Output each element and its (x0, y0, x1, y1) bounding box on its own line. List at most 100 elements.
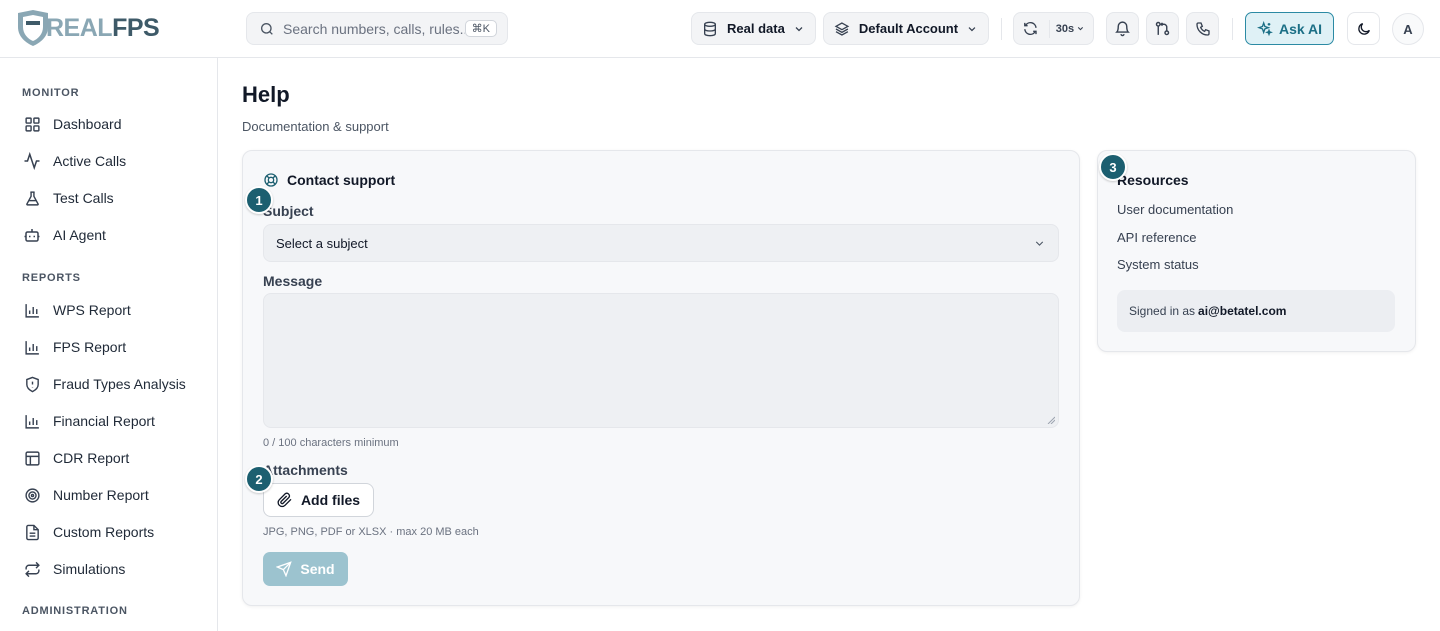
search-box[interactable]: Search numbers, calls, rules... ⌘K (246, 12, 508, 45)
add-files-label: Add files (300, 492, 361, 508)
chevron-down-icon (795, 26, 803, 31)
sidebar-item-label: WPS Report (53, 302, 131, 318)
account-select[interactable]: Default Account (823, 12, 989, 45)
resize-handle-icon[interactable] (1047, 416, 1055, 424)
signed-in-prefix: Signed in as (1129, 304, 1196, 318)
call-button[interactable] (1186, 12, 1219, 45)
contact-support-label: Contact support (287, 172, 396, 188)
sidebar-item-label: Active Calls (53, 153, 127, 169)
sidebar-item-label: FPS Report (53, 339, 127, 355)
sidebar-item-label: Dashboard (53, 116, 122, 132)
sidebar-item-label: AI Agent (53, 227, 106, 243)
page-subtitle: Documentation & support (242, 119, 389, 134)
subject-select-value: Select a subject (276, 235, 368, 251)
sidebar: MONITOR Dashboard Active Calls Test Call… (0, 58, 218, 631)
bell-icon (1115, 21, 1130, 37)
sidebar-item-label: Number Report (53, 487, 149, 503)
send-button[interactable]: Send (263, 552, 348, 586)
bot-icon (22, 225, 42, 245)
chevron-down-icon (968, 26, 976, 31)
api-reference-link[interactable]: API reference (1117, 230, 1197, 245)
file-types-hint: JPG, PNG, PDF or XLSX · max 20 MB each (263, 526, 479, 538)
account-label: Default Account (858, 21, 959, 36)
avatar[interactable]: A (1392, 13, 1424, 45)
target-icon (22, 485, 42, 505)
sidebar-section-reports: REPORTS (22, 272, 81, 284)
signed-in-box: Signed in as ai@betatel.com (1117, 290, 1395, 332)
sidebar-item-custom-reports[interactable]: Custom Reports (22, 517, 154, 547)
search-placeholder: Search numbers, calls, rules... (283, 20, 465, 37)
sidebar-item-label: CDR Report (53, 450, 130, 466)
sidebar-item-simulations[interactable]: Simulations (22, 554, 125, 584)
logo[interactable]: REALFPS (16, 9, 160, 47)
character-count-hint: 0 / 100 characters minimum (263, 437, 399, 449)
page-title: Help (242, 82, 290, 107)
signed-in-email: ai@betatel.com (1198, 304, 1287, 318)
resources-title: Resources (1117, 172, 1189, 188)
sidebar-item-label: Custom Reports (53, 524, 155, 540)
message-textarea[interactable] (263, 293, 1059, 428)
sidebar-item-fraud-types-analysis[interactable]: Fraud Types Analysis (22, 369, 186, 399)
chevron-down-icon (1077, 26, 1084, 31)
database-icon (704, 21, 716, 36)
search-icon (261, 22, 273, 35)
sidebar-item-ai-agent[interactable]: AI Agent (22, 220, 106, 250)
step-badge-1: 1 (245, 186, 273, 214)
shield-alert-icon (22, 374, 42, 394)
contact-support-title: Contact support (263, 172, 395, 188)
sidebar-item-test-calls[interactable]: Test Calls (22, 183, 114, 213)
data-source-select[interactable]: Real data (691, 12, 816, 45)
notifications-button[interactable] (1106, 12, 1139, 45)
toolbar-divider (1232, 18, 1233, 40)
brand-part-1: REAL (46, 13, 113, 42)
sidebar-item-wps-report[interactable]: WPS Report (22, 295, 131, 325)
sidebar-item-number-report[interactable]: Number Report (22, 480, 149, 510)
phone-icon (1195, 21, 1210, 36)
refresh-icon[interactable] (1022, 20, 1039, 37)
top-bar: REALFPS Search numbers, calls, rules... … (0, 0, 1440, 58)
bar-chart-icon (22, 337, 42, 357)
add-files-button[interactable]: Add files (263, 483, 374, 517)
refresh-control[interactable]: 30s (1013, 12, 1094, 45)
refresh-divider (1048, 19, 1050, 38)
bar-chart-icon (22, 411, 42, 431)
subject-select[interactable]: Select a subject (263, 224, 1059, 262)
file-text-icon (22, 522, 42, 542)
sidebar-section-administration: ADMINISTRATION (22, 605, 128, 617)
brand-part-2: FPS (112, 13, 160, 42)
user-documentation-link[interactable]: User documentation (1117, 202, 1233, 217)
bar-chart-icon (22, 300, 42, 320)
routing-button[interactable] (1146, 12, 1179, 45)
step-badge-3: 3 (1099, 153, 1127, 181)
sidebar-item-label: Financial Report (53, 413, 155, 429)
sidebar-item-cdr-report[interactable]: CDR Report (22, 443, 129, 473)
data-source-label: Real data (727, 21, 785, 36)
sparkles-icon (1256, 20, 1273, 36)
sidebar-item-label: Fraud Types Analysis (53, 376, 186, 392)
life-buoy-icon (264, 173, 278, 187)
chevron-down-icon (1035, 240, 1044, 246)
brand-name: REALFPS (46, 13, 160, 43)
search-shortcut: ⌘K (464, 20, 497, 37)
git-compare-icon (1155, 21, 1170, 36)
toolbar-divider (1001, 18, 1002, 40)
table-icon (22, 448, 42, 468)
send-icon (276, 561, 293, 577)
refresh-interval[interactable]: 30s (1056, 23, 1074, 35)
sidebar-item-fps-report[interactable]: FPS Report (22, 332, 126, 362)
layers-icon (834, 21, 850, 36)
system-status-link[interactable]: System status (1117, 257, 1199, 272)
send-label: Send (300, 561, 335, 577)
sidebar-item-dashboard[interactable]: Dashboard (22, 109, 122, 139)
activity-icon (22, 151, 42, 171)
flask-icon (22, 188, 42, 208)
theme-toggle[interactable] (1347, 12, 1380, 45)
sidebar-item-label: Test Calls (53, 190, 114, 206)
dashboard-icon (22, 114, 42, 134)
ask-ai-button[interactable]: Ask AI (1245, 12, 1334, 45)
ask-ai-label: Ask AI (1278, 20, 1323, 37)
repeat-icon (22, 559, 42, 579)
sidebar-item-active-calls[interactable]: Active Calls (22, 146, 126, 176)
sidebar-item-financial-report[interactable]: Financial Report (22, 406, 155, 436)
step-badge-2: 2 (245, 465, 273, 493)
